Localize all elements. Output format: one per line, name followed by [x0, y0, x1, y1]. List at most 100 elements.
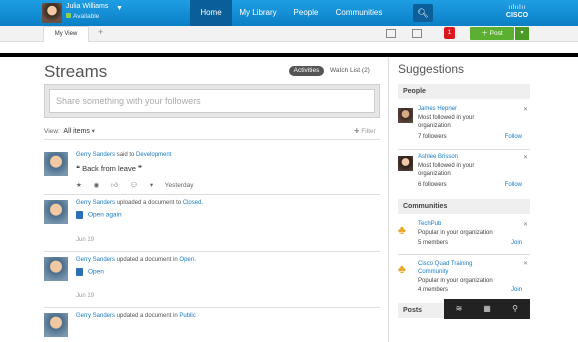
document-link[interactable]: Open: [76, 268, 104, 276]
chevron-down-icon[interactable]: ▼: [116, 5, 123, 12]
person-avatar[interactable]: [398, 108, 413, 123]
document-link[interactable]: Open again: [76, 211, 122, 219]
join-button[interactable]: Join: [511, 287, 522, 293]
person-avatar[interactable]: [398, 156, 413, 171]
person-icon[interactable]: ⚲: [504, 303, 526, 315]
grid-layout-icon[interactable]: [386, 29, 396, 38]
chevron-down-icon: ▾: [91, 128, 95, 135]
author-link[interactable]: Gerry Sanders: [76, 152, 115, 158]
nav-communities[interactable]: Communities: [330, 0, 388, 26]
suggestion-person: Ashlee Brisson Most followed in your org…: [398, 154, 530, 192]
tab-bar: My View + 1 ＋ Post ▾: [0, 26, 578, 42]
community-description: Popular in your organization: [418, 230, 493, 236]
add-tab-button[interactable]: +: [98, 27, 103, 37]
join-button[interactable]: Join: [511, 240, 522, 246]
document-icon: [76, 211, 83, 219]
entry-verb: updated a document in: [116, 257, 178, 263]
community-icon[interactable]: ♣: [398, 223, 413, 238]
quote-text: Back from leave: [82, 164, 136, 173]
follower-count: 6 followers: [418, 182, 447, 188]
tab-watch-list[interactable]: Watch List (2): [330, 66, 370, 76]
notification-badge[interactable]: 1: [444, 27, 455, 39]
nav-home[interactable]: Home: [190, 0, 232, 26]
entry-summary: Gerry Sanders updated a document in Publ…: [76, 313, 196, 319]
author-link[interactable]: Gerry Sanders: [76, 257, 115, 263]
share-input[interactable]: Share something with your followers: [49, 89, 375, 113]
filter-label: Filter: [361, 128, 376, 135]
user-status: Available: [66, 13, 99, 20]
tab-activities[interactable]: Activities: [289, 66, 324, 76]
community-name[interactable]: TechPub: [418, 221, 441, 227]
nav-my-library[interactable]: My Library: [234, 0, 282, 26]
document-icon: [76, 268, 83, 276]
close-icon[interactable]: ✕: [523, 106, 528, 113]
post-button[interactable]: ＋ Post: [470, 27, 514, 40]
target-link[interactable]: Open.: [179, 257, 195, 263]
search-icon: 🔍︎: [417, 8, 429, 18]
member-count: 5 members: [418, 240, 449, 246]
view-label: View:: [44, 128, 60, 135]
suggestion-person: James Hepner Most followed in your organ…: [398, 106, 530, 146]
top-navigation-bar: Julia Williams Available ▼ Home My Libra…: [0, 0, 578, 26]
search-button[interactable]: 🔍︎: [413, 4, 433, 22]
status-quote: ❝ Back from leave ❞: [76, 164, 143, 173]
nav-people[interactable]: People: [286, 0, 326, 26]
community-description: Popular in your organization: [418, 278, 493, 284]
entry-verb: uploaded a document to: [116, 200, 182, 206]
stream-entry: Gerry Sanders said to Development ❝ Back…: [44, 152, 380, 192]
share-box: Share something with your followers: [44, 84, 380, 118]
entry-summary: Gerry Sanders updated a document in Open…: [76, 257, 196, 263]
follow-button[interactable]: Follow: [505, 134, 522, 140]
close-icon[interactable]: ✕: [523, 221, 528, 228]
communities-header: Communities: [398, 199, 530, 214]
post-dropdown-button[interactable]: ▾: [515, 27, 529, 40]
entry-time: Yesterday: [164, 182, 194, 189]
entry-summary: Gerry Sanders uploaded a document to Clo…: [76, 200, 203, 206]
like-icon[interactable]: 👍︎: [111, 182, 118, 189]
target-link[interactable]: Development: [136, 152, 171, 158]
community-name[interactable]: Cisco Quad Training Community: [418, 260, 502, 276]
suggestion-community: ♣ TechPub Popular in your organization 5…: [398, 221, 530, 251]
bottom-dock: ≋ ▦ ⚲: [444, 299, 530, 319]
calendar-icon[interactable]: ▦: [476, 303, 498, 315]
activity-stream-icon[interactable]: ≋: [448, 303, 470, 315]
status-icon: [66, 13, 71, 18]
person-name[interactable]: James Hepner: [418, 106, 457, 112]
entry-summary: Gerry Sanders said to Development: [76, 152, 171, 158]
stream-entry: Gerry Sanders updated a document in Publ…: [44, 313, 380, 342]
chevron-down-icon[interactable]: ▾: [150, 182, 153, 189]
tab-my-view[interactable]: My View: [43, 26, 89, 42]
person-name[interactable]: Ashlee Brisson: [418, 154, 458, 160]
author-avatar[interactable]: [44, 152, 68, 176]
panel-layout-icon[interactable]: [412, 29, 422, 38]
author-avatar[interactable]: [44, 200, 68, 224]
entry-date: Jun 19: [76, 237, 95, 243]
close-icon[interactable]: ✕: [523, 260, 528, 267]
author-avatar[interactable]: [44, 257, 68, 281]
user-name: Julia Williams: [66, 3, 109, 10]
user-status-label: Available: [73, 13, 100, 20]
view-selector[interactable]: View: All items ▾: [44, 127, 95, 135]
target-link[interactable]: Public: [179, 313, 195, 319]
comment-icon[interactable]: 💬︎: [130, 182, 138, 189]
author-link[interactable]: Gerry Sanders: [76, 200, 115, 206]
author-link[interactable]: Gerry Sanders: [76, 313, 115, 319]
cisco-logo: ıılıılıı CISCO: [500, 4, 534, 22]
filter-button[interactable]: ✚ Filter: [354, 127, 376, 135]
watch-icon[interactable]: ◉: [94, 182, 100, 189]
user-avatar: [42, 3, 62, 23]
divider: [44, 307, 380, 308]
member-count: 4 members: [418, 287, 449, 293]
suggestion-community: ♣ Cisco Quad Training Community Popular …: [398, 260, 530, 296]
entry-actions: ★ ◉ 👍︎ 💬︎ ▾ Yesterday: [76, 181, 203, 189]
author-avatar[interactable]: [44, 313, 68, 337]
document-title: Open again: [88, 211, 122, 219]
star-icon[interactable]: ★: [76, 182, 82, 189]
entry-verb: updated a document in: [116, 313, 178, 319]
close-icon[interactable]: ✕: [523, 154, 528, 161]
person-description: Most followed in your organization: [418, 115, 475, 129]
divider: [44, 251, 380, 252]
community-icon[interactable]: ♣: [398, 262, 413, 277]
follow-button[interactable]: Follow: [505, 182, 522, 188]
target-link[interactable]: Closed.: [183, 200, 203, 206]
